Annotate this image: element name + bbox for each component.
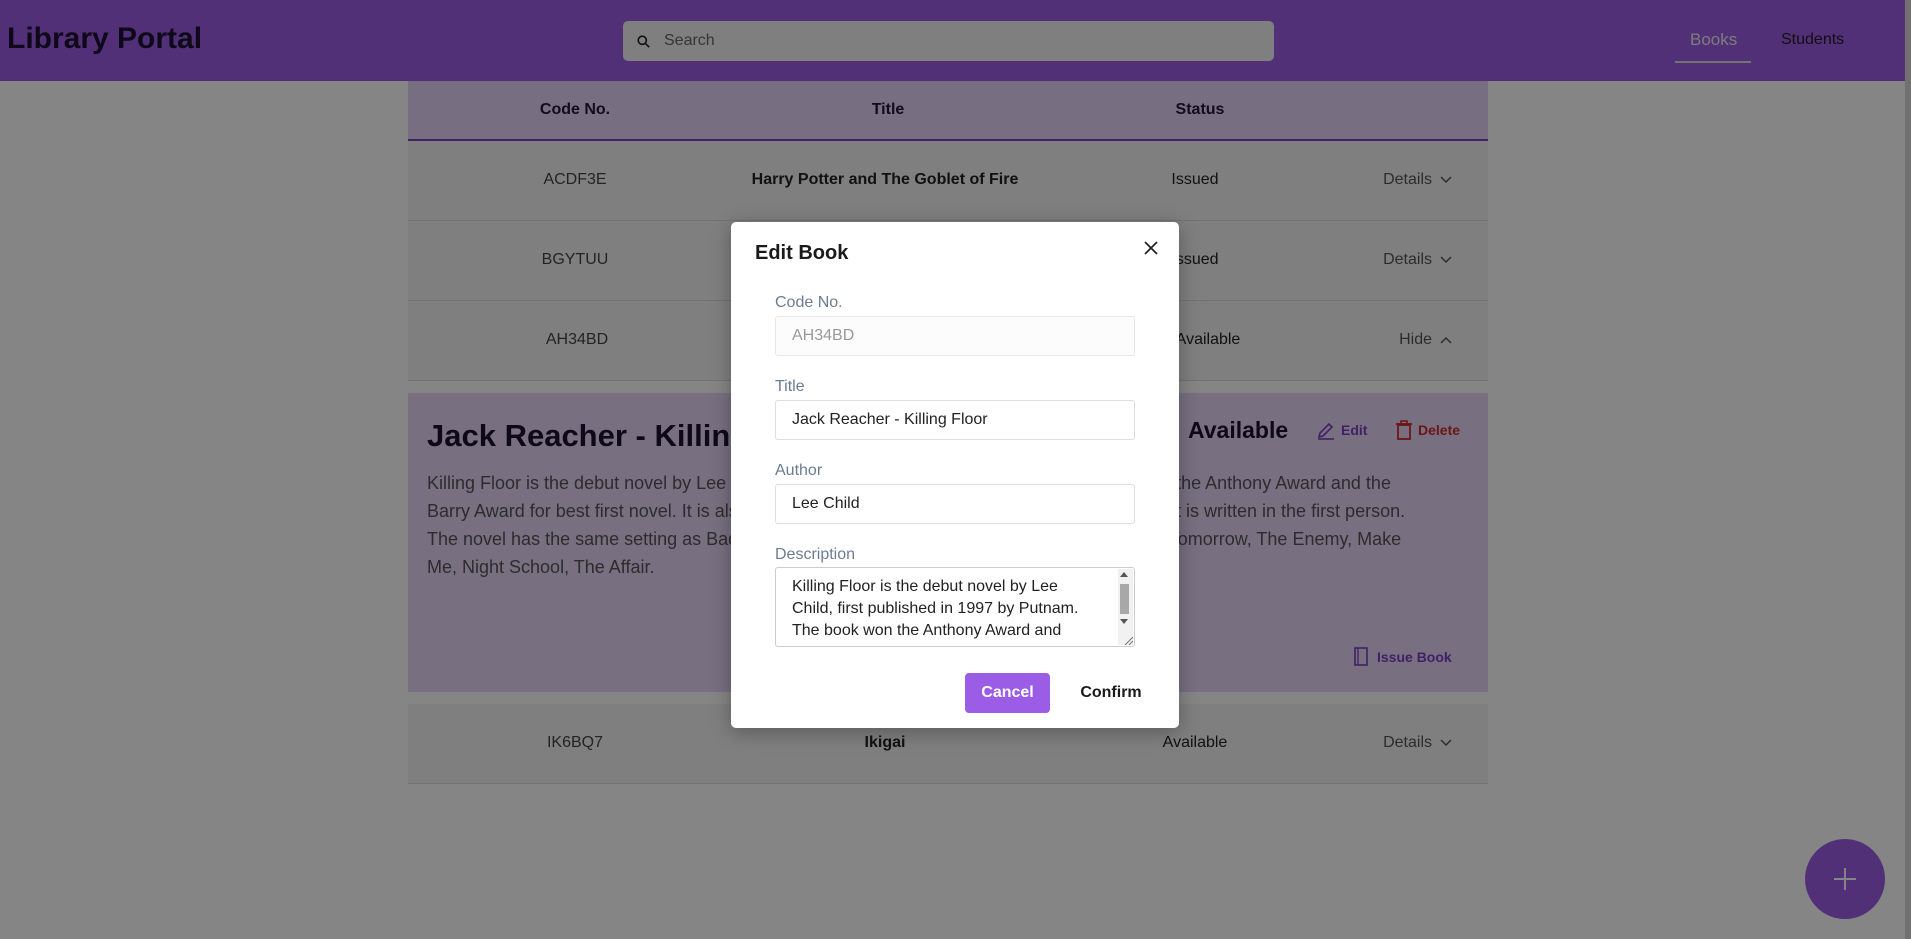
confirm-button[interactable]: Confirm — [1069, 673, 1153, 713]
textarea-scrollbar[interactable] — [1118, 569, 1133, 645]
title-label: Title — [775, 378, 805, 395]
description-label: Description — [775, 546, 856, 563]
code-label: Code No. — [775, 294, 843, 311]
title-field[interactable] — [775, 400, 1135, 440]
scroll-up-icon[interactable] — [1120, 572, 1128, 577]
author-field[interactable] — [775, 484, 1135, 524]
description-field[interactable]: Killing Floor is the debut novel by Lee … — [775, 567, 1135, 647]
modal-title: Edit Book — [755, 242, 849, 264]
author-label: Author — [775, 462, 823, 479]
code-field — [775, 316, 1135, 356]
description-text: Killing Floor is the debut novel by Lee … — [792, 578, 1079, 639]
close-icon — [1144, 241, 1158, 255]
resize-handle-icon[interactable] — [1123, 635, 1133, 645]
close-button[interactable] — [1141, 238, 1161, 258]
scroll-thumb[interactable] — [1120, 584, 1129, 614]
edit-book-modal: Edit Book Code No. Title Author Descript… — [731, 222, 1179, 728]
scroll-down-icon[interactable] — [1120, 619, 1128, 624]
cancel-button[interactable]: Cancel — [965, 673, 1050, 713]
